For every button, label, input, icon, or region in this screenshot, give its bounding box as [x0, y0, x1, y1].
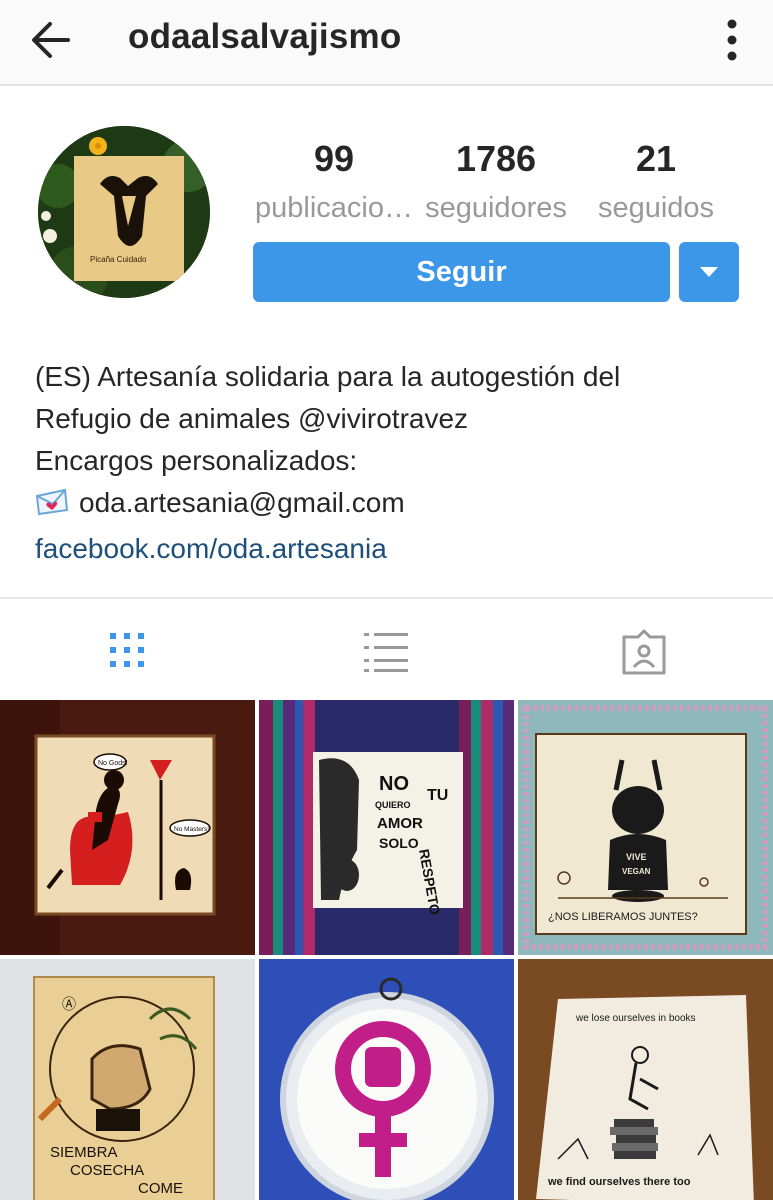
post-thumbnail-4[interactable]: Ⓐ SIEMBRA COSECHA COME [0, 959, 255, 1200]
tab-grid-view[interactable] [106, 629, 154, 675]
stat-followers[interactable]: 1786 seguidores [420, 138, 572, 225]
profile-view-tabs [0, 597, 773, 700]
love-letter-icon [35, 486, 69, 528]
stat-posts[interactable]: 99 publicacio… [254, 138, 414, 225]
posts-count: 99 [313, 138, 355, 179]
posts-label: publicacio… [255, 192, 413, 224]
grid-icon [110, 633, 144, 667]
stat-following[interactable]: 21 seguidos [594, 138, 718, 225]
tagged-person-icon [622, 629, 666, 675]
bio-line-1: (ES) Artesanía solidaria para la autoges… [35, 361, 621, 392]
suggestions-dropdown-button[interactable] [679, 242, 739, 302]
poster-line-come: COME [138, 1180, 183, 1197]
back-arrow-icon[interactable] [28, 18, 76, 62]
avatar-caption: Picaña Cuidado [90, 255, 147, 264]
bio-line-2: Refugio de animales @vivirotravez [35, 403, 469, 434]
following-label: seguidos [597, 192, 715, 224]
pig-word-solo: SOLO [379, 835, 419, 851]
profile-username: odaalsalvajismo [128, 17, 402, 56]
bio-email[interactable]: oda.artesania@gmail.com [79, 487, 405, 518]
followers-count: 1786 [455, 138, 537, 179]
post-thumbnail-5[interactable] [259, 959, 514, 1200]
post-thumbnail-6[interactable]: we lose ourselves in books we find ourse… [518, 959, 773, 1200]
pig-word-quiero: QUIERO [375, 800, 411, 810]
post-thumbnail-3[interactable]: VIVE VEGAN ¿NOS LIBERAMOS JUNTES? [518, 700, 773, 955]
poster-line-siembra: SIEMBRA [50, 1144, 118, 1161]
posts-grid: No Gods! No Masters! NO QUIERO TU AMOR S… [0, 700, 773, 1200]
bio-line-3: Encargos personalizados: [35, 445, 358, 476]
pig-word-tu: TU [427, 787, 448, 804]
books-caption-bottom: we find ourselves there too [547, 1176, 691, 1188]
svg-text:Ⓐ: Ⓐ [62, 997, 76, 1013]
books-caption-top: we lose ourselves in books [575, 1013, 696, 1024]
speech-bubble-1: No Gods! [98, 760, 128, 767]
pig-word-amor: AMOR [377, 815, 423, 832]
rabbit-shirt-text-2: VEGAN [622, 867, 651, 876]
post-thumbnail-2[interactable]: NO QUIERO TU AMOR SOLO RESPETO [259, 700, 514, 955]
follow-button[interactable]: Seguir [253, 242, 670, 302]
speech-bubble-2: No Masters! [174, 826, 209, 833]
list-icon [364, 633, 408, 672]
rabbit-caption: ¿NOS LIBERAMOS JUNTES? [548, 911, 698, 923]
tab-list-view[interactable] [362, 629, 410, 675]
followers-label: seguidores [425, 192, 567, 224]
following-count: 21 [635, 138, 677, 179]
more-options-icon[interactable] [716, 14, 748, 66]
profile-avatar[interactable]: Picaña Cuidado [38, 126, 210, 298]
rabbit-shirt-text-1: VIVE [626, 852, 647, 862]
poster-line-cosecha: COSECHA [70, 1162, 144, 1179]
tab-tagged-view[interactable] [620, 629, 668, 675]
pig-word-no: NO [379, 773, 409, 795]
caret-down-icon [700, 267, 718, 277]
post-thumbnail-1[interactable]: No Gods! No Masters! [0, 700, 255, 955]
top-app-bar: odaalsalvajismo [0, 0, 773, 86]
profile-bio: (ES) Artesanía solidaria para la autoges… [35, 356, 755, 570]
bio-website-link[interactable]: facebook.com/oda.artesania [35, 528, 755, 570]
